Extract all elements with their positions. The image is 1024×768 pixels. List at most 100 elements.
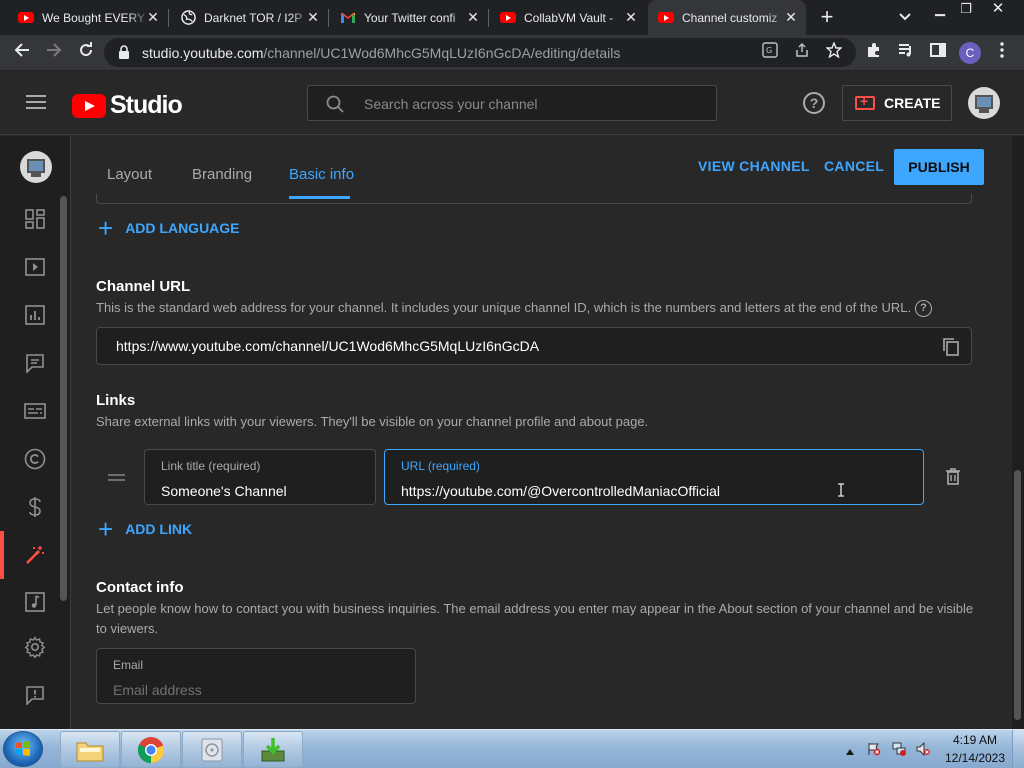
media-playlist-icon[interactable] <box>894 41 918 65</box>
language-box-edge <box>96 194 972 204</box>
youtube-logo-icon <box>72 93 106 118</box>
nav-active-indicator <box>0 531 4 579</box>
close-tab-icon[interactable]: ✕ <box>466 10 480 24</box>
action-center-flag-icon[interactable] <box>867 742 881 756</box>
dashboard-icon[interactable] <box>24 208 46 230</box>
subtitles-icon[interactable] <box>24 400 46 422</box>
search-box[interactable] <box>307 85 717 121</box>
chrome-menu-icon[interactable] <box>990 41 1014 65</box>
text-cursor-icon <box>838 483 844 497</box>
logo-text: Studio <box>110 91 183 119</box>
comments-icon[interactable] <box>24 352 46 374</box>
add-link-label: ADD LINK <box>125 521 193 537</box>
tab-layout[interactable]: Layout <box>107 166 152 183</box>
globe-icon <box>180 10 196 26</box>
publish-button[interactable]: PUBLISH <box>894 149 984 185</box>
link-url-input[interactable] <box>401 481 886 501</box>
main-scrollbar[interactable] <box>1012 136 1024 729</box>
create-label: CREATE <box>884 95 941 111</box>
tab-branding[interactable]: Branding <box>192 166 252 183</box>
cd-drive-icon <box>201 738 223 761</box>
browser-tab-active[interactable]: Channel customiz ✕ <box>648 0 806 35</box>
tab-title: CollabVM Vault - <box>524 10 614 25</box>
close-window-button[interactable]: ✕ <box>982 0 1014 20</box>
share-icon[interactable] <box>790 41 814 65</box>
windows-logo-icon <box>16 741 30 756</box>
close-tab-icon[interactable]: ✕ <box>146 10 160 24</box>
profile-avatar[interactable]: C <box>959 42 981 64</box>
drag-handle-icon[interactable] <box>108 474 125 481</box>
channel-url-field: https://www.youtube.com/channel/UC1Wod6M… <box>96 327 972 365</box>
hamburger-menu-icon[interactable] <box>26 95 46 109</box>
translate-icon[interactable]: G <box>758 41 782 65</box>
nav-scrollbar[interactable] <box>60 196 67 601</box>
analytics-icon[interactable] <box>24 304 46 326</box>
copyright-icon[interactable] <box>24 448 46 470</box>
gmail-icon <box>340 10 356 26</box>
browser-tab[interactable]: We Bought EVERY ✕ <box>8 0 168 35</box>
create-button[interactable]: CREATE <box>842 85 952 121</box>
plus-icon: + <box>98 514 114 544</box>
new-tab-button[interactable]: + <box>815 5 839 29</box>
forward-arrow-icon[interactable] <box>42 41 66 65</box>
extensions-puzzle-icon[interactable] <box>862 41 886 65</box>
email-field[interactable]: Email <box>96 648 416 704</box>
earn-dollar-icon[interactable] <box>24 496 46 518</box>
content-icon[interactable] <box>24 256 46 278</box>
browser-tab[interactable]: Darknet TOR / I2P ✕ <box>170 0 328 35</box>
network-icon[interactable] <box>892 742 906 756</box>
volume-muted-icon[interactable] <box>916 742 930 756</box>
browser-tab[interactable]: Your Twitter confi ✕ <box>330 0 488 35</box>
clock-time[interactable]: 4:19 AM <box>945 733 1005 747</box>
search-input[interactable] <box>364 94 694 114</box>
close-tab-icon[interactable]: ✕ <box>306 10 320 24</box>
show-desktop-button[interactable] <box>1012 730 1024 768</box>
tab-basic-info[interactable]: Basic info <box>289 166 354 183</box>
media-taskbar-button[interactable] <box>182 731 242 768</box>
clock-date[interactable]: 12/14/2023 <box>940 751 1010 765</box>
copy-icon[interactable] <box>943 338 959 356</box>
delete-trash-icon[interactable] <box>946 468 960 485</box>
back-arrow-icon[interactable] <box>10 41 34 65</box>
cancel-button[interactable]: CANCEL <box>824 158 884 174</box>
tab-title: We Bought EVERY <box>42 10 145 25</box>
customization-wand-icon[interactable] <box>24 544 46 566</box>
show-hidden-icons-icon[interactable] <box>846 742 854 755</box>
link-url-label: URL (required) <box>401 459 480 473</box>
link-title-label: Link title (required) <box>161 459 261 473</box>
reload-icon[interactable] <box>74 41 98 65</box>
close-tab-icon[interactable]: ✕ <box>784 10 798 24</box>
help-question-icon[interactable]: ? <box>915 300 932 317</box>
tab-title: Darknet TOR / I2P <box>204 10 303 25</box>
url-text: studio.youtube.com/channel/UC1Wod6MhcG5M… <box>142 45 621 61</box>
bookmark-star-icon[interactable] <box>822 41 846 65</box>
download-taskbar-button[interactable] <box>243 731 303 768</box>
explorer-taskbar-button[interactable] <box>60 731 120 768</box>
address-bar[interactable]: studio.youtube.com/channel/UC1Wod6MhcG5M… <box>104 38 856 67</box>
add-language-button[interactable]: + ADD LANGUAGE <box>98 215 240 241</box>
close-tab-icon[interactable]: ✕ <box>624 10 638 24</box>
links-heading: Links <box>96 392 136 409</box>
add-link-button[interactable]: + ADD LINK <box>98 514 193 544</box>
account-avatar[interactable] <box>968 87 1000 119</box>
audio-library-icon[interactable] <box>24 591 46 613</box>
link-title-field[interactable]: Link title (required) <box>144 449 376 505</box>
start-button[interactable] <box>3 731 43 767</box>
feedback-icon[interactable] <box>24 684 46 706</box>
restore-window-button[interactable]: ❐ <box>950 0 982 20</box>
channel-avatar[interactable] <box>20 151 52 183</box>
link-title-input[interactable] <box>161 481 368 501</box>
tab-search-chevron-icon[interactable] <box>893 5 917 29</box>
email-input[interactable] <box>113 680 400 700</box>
browser-tab[interactable]: CollabVM Vault - ✕ <box>490 0 646 35</box>
download-icon <box>261 737 285 761</box>
view-channel-button[interactable]: VIEW CHANNEL <box>698 158 810 174</box>
create-video-icon <box>855 93 875 110</box>
side-panel-icon[interactable] <box>926 41 950 65</box>
studio-logo[interactable]: Studio <box>72 91 183 120</box>
chrome-taskbar-button[interactable] <box>121 731 181 768</box>
help-icon[interactable]: ? <box>803 92 825 114</box>
lock-icon <box>119 45 129 59</box>
channel-url-heading: Channel URL <box>96 278 191 295</box>
settings-gear-icon[interactable] <box>24 636 46 658</box>
